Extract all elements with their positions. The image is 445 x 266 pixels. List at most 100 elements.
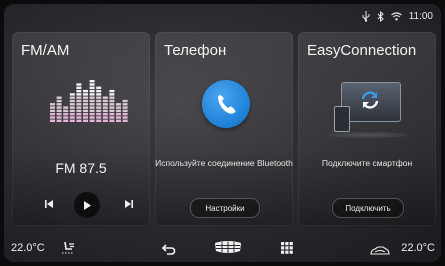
equalizer-segment	[96, 86, 102, 89]
radio-frequency: FM 87.5	[55, 160, 107, 176]
equalizer-segment	[89, 83, 95, 86]
equalizer-segment	[63, 109, 69, 113]
equalizer-segment	[96, 103, 102, 106]
equalizer-segment	[50, 119, 55, 122]
equalizer-segment	[83, 113, 88, 116]
equalizer-segment	[89, 116, 95, 119]
equalizer-segment	[122, 113, 128, 116]
phone-title: Телефон	[164, 42, 227, 59]
equalizer-segment	[96, 109, 102, 113]
equalizer-segment	[69, 99, 75, 103]
equalizer-segment	[56, 109, 62, 113]
smartphone-icon	[334, 106, 350, 132]
easyconnection-card[interactable]: EasyConnection Подключите смартфон Подкл…	[298, 32, 436, 226]
equalizer-segment	[89, 119, 95, 122]
usb-icon	[362, 10, 370, 22]
equalizer-segment	[122, 99, 128, 103]
equalizer-segment	[76, 116, 82, 119]
home-logo-icon[interactable]	[213, 240, 243, 259]
equalizer-segment	[96, 89, 102, 93]
equalizer-segment	[89, 89, 95, 93]
fm-am-title: FM/AM	[21, 42, 70, 59]
equalizer-segment	[116, 109, 121, 113]
equalizer-segment	[76, 109, 82, 113]
previous-track-icon[interactable]	[44, 196, 54, 214]
equalizer-segment	[69, 103, 75, 106]
equalizer-segment	[116, 103, 121, 106]
infotainment-screen: 11:00 FM/AM FM 87.5 Телефон Используйте …	[4, 4, 441, 262]
equalizer-segment	[102, 116, 108, 119]
equalizer-segment	[56, 116, 62, 119]
equalizer-graphic	[50, 80, 128, 122]
easyconnection-title: EasyConnection	[307, 42, 417, 59]
equalizer-segment	[89, 113, 95, 116]
equalizer-segment	[109, 119, 115, 122]
grid-dot	[285, 242, 289, 246]
next-track-icon[interactable]	[124, 196, 134, 214]
equalizer-segment	[102, 106, 108, 109]
sync-icon	[359, 89, 381, 116]
equalizer-segment	[89, 80, 95, 83]
car-recirculation-icon[interactable]	[370, 243, 390, 261]
equalizer-segment	[76, 93, 82, 96]
equalizer-segment	[63, 119, 69, 122]
equalizer-segment	[109, 106, 115, 109]
bluetooth-hint: Используйте соединение Bluetooth	[155, 158, 293, 168]
equalizer-segment	[50, 113, 55, 116]
equalizer-segment	[89, 103, 95, 106]
equalizer-segment	[89, 106, 95, 109]
play-button[interactable]	[74, 192, 100, 218]
equalizer-segment	[116, 113, 121, 116]
temperature-left[interactable]: 22.0°C	[11, 242, 45, 254]
equalizer-segment	[69, 96, 75, 99]
equalizer-segment	[76, 113, 82, 116]
equalizer-segment	[56, 96, 62, 99]
equalizer-segment	[89, 109, 95, 113]
equalizer-segment	[69, 93, 75, 96]
equalizer-segment	[109, 116, 115, 119]
status-bar: 11:00	[362, 9, 433, 23]
equalizer-segment	[96, 93, 102, 96]
equalizer-segment	[96, 106, 102, 109]
equalizer-segment	[109, 109, 115, 113]
connect-hint: Подключите смартфон	[321, 158, 413, 168]
equalizer-segment	[56, 113, 62, 116]
equalizer-segment	[76, 89, 82, 93]
fm-am-card[interactable]: FM/AM FM 87.5	[12, 32, 150, 226]
equalizer-segment	[63, 106, 69, 109]
device-reflection	[328, 132, 408, 138]
back-icon[interactable]	[161, 242, 176, 260]
settings-button[interactable]: Настройки	[190, 198, 260, 218]
equalizer-segment	[56, 103, 62, 106]
equalizer-segment	[89, 86, 95, 89]
equalizer-segment	[102, 103, 108, 106]
equalizer-segment	[109, 93, 115, 96]
equalizer-segment	[96, 113, 102, 116]
grid-dot	[281, 242, 285, 246]
phone-card[interactable]: Телефон Используйте соединение Bluetooth…	[155, 32, 293, 226]
equalizer-segment	[76, 103, 82, 106]
equalizer-segment	[56, 106, 62, 109]
equalizer-segment	[63, 116, 69, 119]
temperature-right[interactable]: 22.0°C	[401, 242, 435, 254]
bottom-bar: 22.0°C 22.0°C	[4, 232, 441, 262]
equalizer-segment	[83, 109, 88, 113]
seat-airflow-icon[interactable]	[60, 240, 76, 261]
equalizer-segment	[83, 116, 88, 119]
equalizer-segment	[69, 106, 75, 109]
equalizer-segment	[109, 103, 115, 106]
phone-handset-icon	[202, 80, 250, 128]
equalizer-segment	[50, 116, 55, 119]
equalizer-segment	[109, 89, 115, 93]
connect-button[interactable]: Подключить	[332, 198, 404, 218]
equalizer-segment	[83, 93, 88, 96]
equalizer-segment	[56, 99, 62, 103]
equalizer-segment	[102, 109, 108, 113]
equalizer-segment	[76, 99, 82, 103]
equalizer-segment	[83, 96, 88, 99]
apps-grid-icon[interactable]	[281, 241, 293, 259]
equalizer-segment	[116, 116, 121, 119]
equalizer-segment	[69, 116, 75, 119]
clock: 11:00	[408, 10, 433, 22]
equalizer-segment	[102, 96, 108, 99]
